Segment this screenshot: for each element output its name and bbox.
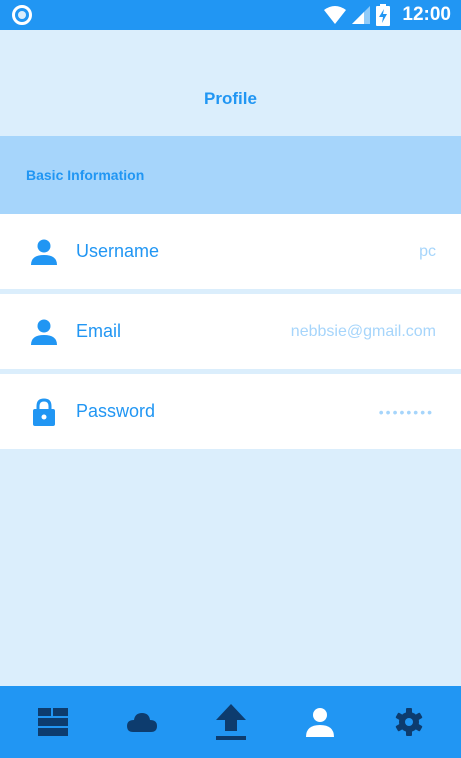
notification-dot-icon bbox=[12, 5, 32, 25]
username-label: Username bbox=[76, 241, 160, 261]
nav-profile[interactable] bbox=[295, 697, 345, 747]
email-row[interactable]: Email nebbsie@gmail.com bbox=[0, 294, 461, 369]
person-icon bbox=[305, 708, 334, 737]
status-bar: 12:00 bbox=[0, 0, 461, 30]
person-icon bbox=[29, 237, 59, 267]
nav-cloud[interactable] bbox=[117, 697, 167, 747]
email-value: nebbsie@gmail.com bbox=[290, 322, 436, 340]
cloud-icon bbox=[126, 713, 157, 732]
status-time: 12:00 bbox=[402, 4, 451, 25]
nav-upload[interactable] bbox=[206, 697, 256, 747]
email-label: Email bbox=[76, 321, 122, 341]
gear-icon bbox=[395, 708, 422, 736]
username-row[interactable]: Username pc bbox=[0, 214, 461, 289]
bottom-navigation bbox=[0, 686, 461, 758]
person-icon bbox=[29, 317, 59, 347]
nav-dashboard[interactable] bbox=[28, 697, 78, 747]
password-value: •••••••• bbox=[378, 403, 434, 420]
password-label: Password bbox=[76, 401, 156, 421]
username-value: pc bbox=[419, 242, 436, 260]
signal-icon bbox=[352, 6, 371, 24]
wifi-icon bbox=[324, 6, 347, 24]
nav-settings[interactable] bbox=[384, 697, 434, 747]
lock-icon bbox=[29, 397, 59, 427]
upload-icon bbox=[215, 704, 246, 740]
page-title: Profile bbox=[204, 88, 257, 108]
password-row[interactable]: Password •••••••• bbox=[0, 374, 461, 449]
dashboard-icon bbox=[37, 708, 68, 736]
app-header: Profile bbox=[0, 30, 461, 136]
section-header: Basic Information bbox=[0, 136, 461, 214]
section-title: Basic Information bbox=[26, 167, 145, 183]
battery-charging-icon bbox=[376, 4, 391, 26]
